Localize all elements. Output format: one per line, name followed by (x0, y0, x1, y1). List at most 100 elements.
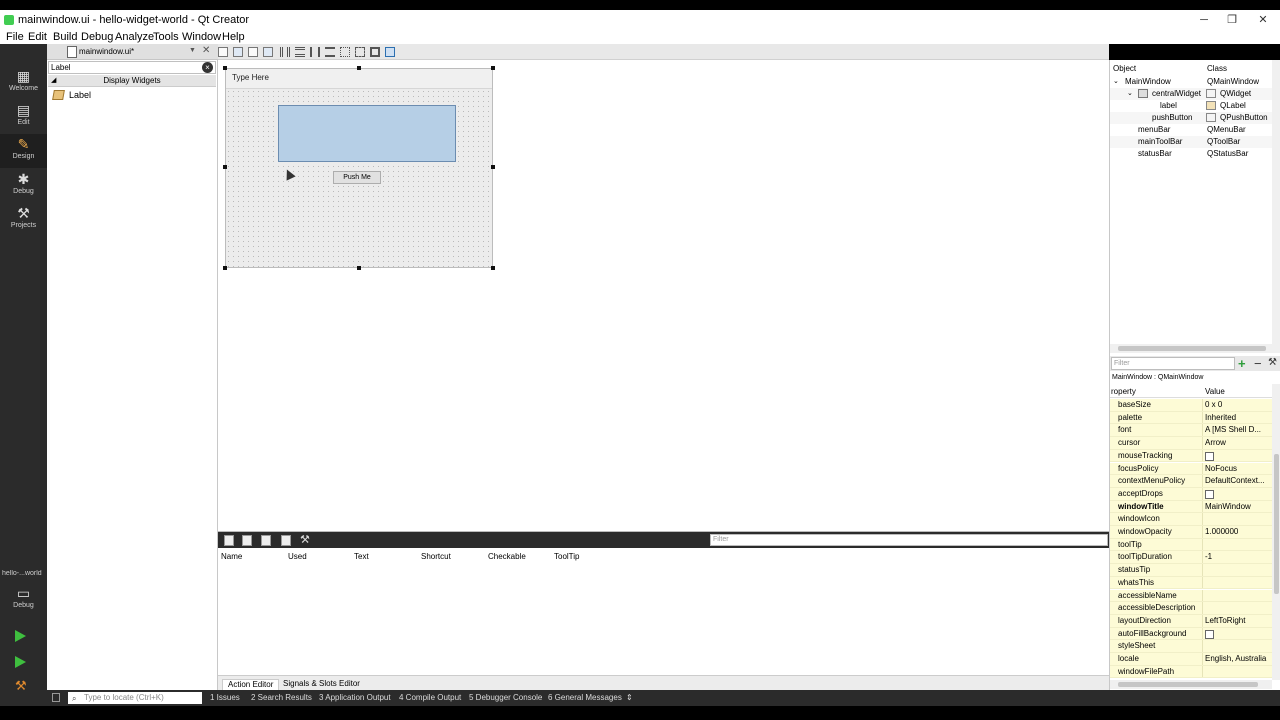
resize-handle[interactable] (223, 165, 227, 169)
layout-splitter-h-icon[interactable] (310, 47, 320, 57)
edit-widgets-icon[interactable] (218, 47, 228, 57)
form-menu-bar[interactable]: Type Here (226, 69, 492, 89)
resize-handle[interactable] (491, 165, 495, 169)
property-row[interactable]: toolTipDuration -1 (1110, 551, 1272, 565)
minimize-button[interactable]: ─ (1190, 12, 1218, 28)
property-row[interactable]: layoutDirection LeftToRight (1110, 614, 1272, 628)
pane-application-output[interactable]: 3 Application Output (319, 693, 391, 702)
pane-search-results[interactable]: 2 Search Results (251, 693, 312, 702)
property-value[interactable]: 1.000000 (1205, 527, 1271, 536)
paste-action-icon[interactable] (261, 535, 271, 546)
resize-handle[interactable] (223, 266, 227, 270)
design-canvas[interactable]: Type Here Push Me (218, 60, 1109, 531)
property-value[interactable]: Inherited (1205, 413, 1271, 422)
break-layout-icon[interactable] (370, 47, 380, 57)
property-row[interactable]: styleSheet (1110, 640, 1272, 653)
edit-signals-icon[interactable] (233, 47, 243, 57)
property-row[interactable]: autoFillBackground (1110, 627, 1272, 641)
scrollbar-thumb[interactable] (1118, 682, 1258, 687)
property-checkbox[interactable] (1205, 629, 1214, 639)
pane-compile-output[interactable]: 4 Compile Output (399, 693, 461, 702)
property-row[interactable]: palette Inherited (1110, 411, 1272, 425)
more-panes-icon[interactable]: ⇕ (626, 693, 633, 702)
menu-tools[interactable]: Tools (153, 31, 179, 43)
mode-debug[interactable]: ✱ Debug (0, 169, 47, 203)
vertical-scrollbar[interactable] (1272, 384, 1280, 680)
menu-debug[interactable]: Debug (81, 31, 113, 43)
object-row[interactable]: ⌄ MainWindow QMainWindow (1110, 76, 1272, 88)
mode-welcome[interactable]: ▦ Welcome (0, 66, 47, 100)
property-value[interactable]: English, Australia (1205, 654, 1271, 663)
push-me-button[interactable]: Push Me (333, 171, 381, 184)
action-filter-input[interactable]: Filter (710, 534, 1108, 546)
menu-file[interactable]: File (6, 31, 24, 43)
layout-splitter-v-icon[interactable] (325, 47, 335, 57)
property-row[interactable]: toolTip (1110, 538, 1272, 552)
column-header-shortcut[interactable]: Shortcut (421, 552, 451, 561)
menu-edit[interactable]: Edit (28, 31, 47, 43)
kit-selector[interactable]: ▭ Debug (0, 583, 47, 617)
property-row[interactable]: acceptDrops (1110, 487, 1272, 501)
property-row[interactable]: cursor Arrow (1110, 437, 1272, 450)
menu-build[interactable]: Build (53, 31, 77, 43)
object-row[interactable]: pushButton QPushButton (1110, 112, 1272, 124)
locator-input[interactable]: ⌕ Type to locate (Ctrl+K) (68, 692, 202, 704)
remove-dynamic-property-icon[interactable]: − (1254, 356, 1262, 371)
scrollbar-thumb[interactable] (1274, 454, 1279, 594)
new-action-icon[interactable] (224, 535, 234, 546)
widget-filter-input[interactable]: Label (48, 61, 216, 74)
layout-form-icon[interactable] (355, 47, 365, 57)
vertical-scrollbar[interactable] (1272, 60, 1280, 344)
column-header-property[interactable]: roperty (1111, 387, 1136, 396)
property-row[interactable]: accessibleName (1110, 589, 1272, 603)
property-row[interactable]: baseSize 0 x 0 (1110, 399, 1272, 412)
object-row[interactable]: menuBar QMenuBar (1110, 124, 1272, 136)
property-value[interactable]: NoFocus (1205, 464, 1271, 473)
column-header-value[interactable]: Value (1205, 387, 1225, 396)
column-header-object[interactable]: Object (1113, 64, 1136, 73)
expand-arrow-icon[interactable]: ⌄ (1127, 89, 1133, 97)
object-row[interactable]: statusBar QStatusBar (1110, 148, 1272, 160)
adjust-size-icon[interactable] (385, 47, 395, 57)
property-value[interactable]: Arrow (1205, 438, 1271, 447)
property-value[interactable]: DefaultContext... (1205, 476, 1271, 485)
pane-debugger-console[interactable]: 5 Debugger Console (469, 693, 542, 702)
menu-analyze[interactable]: Analyze (115, 31, 154, 43)
layout-grid-icon[interactable] (340, 47, 350, 57)
property-row[interactable]: accessibleDescription (1110, 602, 1272, 615)
editor-tab[interactable]: mainwindow.ui* (79, 47, 134, 56)
property-row[interactable]: contextMenuPolicy DefaultContext... (1110, 475, 1272, 488)
resize-handle[interactable] (357, 66, 361, 70)
label-widget-selected[interactable] (278, 105, 456, 162)
property-value[interactable]: LeftToRight (1205, 616, 1271, 625)
property-row[interactable]: windowTitle MainWindow (1110, 500, 1272, 514)
horizontal-scrollbar[interactable] (1110, 680, 1272, 689)
object-row[interactable]: mainToolBar QToolBar (1110, 136, 1272, 148)
edit-tab-order-icon[interactable] (263, 47, 273, 57)
run-icon[interactable] (15, 630, 26, 642)
property-checkbox[interactable] (1205, 489, 1214, 499)
clear-filter-icon[interactable]: × (202, 62, 213, 73)
property-row[interactable]: windowIcon (1110, 513, 1272, 526)
scrollbar-thumb[interactable] (1118, 346, 1266, 351)
column-header-name[interactable]: Name (221, 552, 242, 561)
property-value[interactable]: -1 (1205, 552, 1271, 561)
column-header-used[interactable]: Used (288, 552, 307, 561)
property-checkbox[interactable] (1205, 451, 1214, 461)
property-row[interactable]: locale English, Australia (1110, 653, 1272, 666)
widget-category[interactable]: ◢ Display Widgets (48, 75, 216, 87)
column-header-tooltip[interactable]: ToolTip (554, 552, 580, 561)
property-row[interactable]: windowOpacity 1.000000 (1110, 526, 1272, 539)
property-row[interactable]: statusTip (1110, 564, 1272, 577)
configure-wrench-icon[interactable]: ⚒ (1268, 357, 1277, 368)
expand-arrow-icon[interactable]: ⌄ (1113, 77, 1119, 85)
tab-dropdown-icon[interactable]: ▼ (189, 47, 196, 54)
main-window-form[interactable]: Type Here Push Me (225, 68, 493, 268)
property-value[interactable]: A [MS Shell D... (1205, 425, 1271, 434)
resize-handle[interactable] (491, 66, 495, 70)
property-value[interactable]: MainWindow (1205, 502, 1271, 511)
pane-issues[interactable]: 1 Issues (210, 693, 240, 702)
object-row[interactable]: label QLabel (1110, 100, 1272, 112)
resize-handle[interactable] (357, 266, 361, 270)
copy-action-icon[interactable] (242, 535, 252, 546)
